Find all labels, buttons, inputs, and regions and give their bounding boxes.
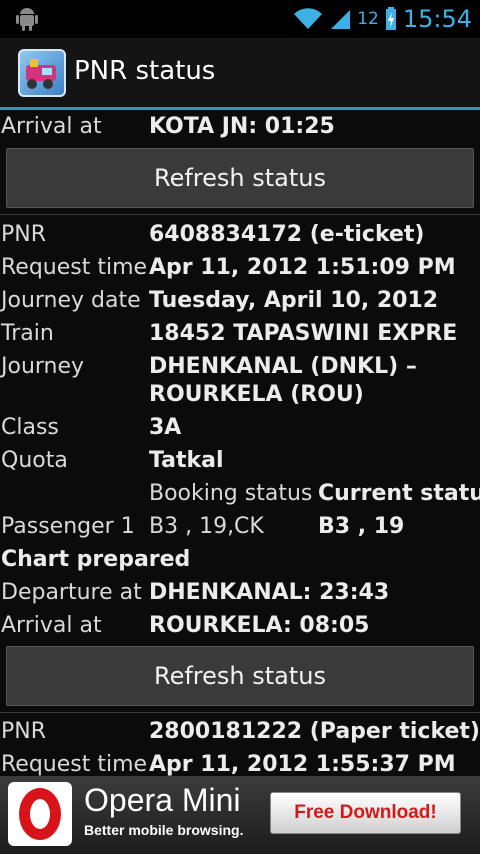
journey-date-label: Journey date (1, 288, 141, 313)
signal-icon (331, 10, 351, 29)
journey-label: Journey (1, 354, 85, 379)
departure-label: Departure at (1, 580, 142, 605)
request-time-value: Apr 11, 2012 1:55:37 PM (149, 752, 456, 776)
arrival-value: ROURKELA: 08:05 (149, 613, 370, 638)
passenger-current-status: B3 , 19 (318, 514, 405, 539)
passenger-label: Passenger 1 (1, 514, 135, 539)
quota-value: Tatkal (149, 448, 224, 473)
journey-value-line2: ROURKELA (ROU) (149, 382, 364, 407)
battery-charging-icon (385, 7, 396, 30)
ad-title: Opera Mini (84, 782, 241, 818)
refresh-status-button[interactable]: Refresh status (6, 148, 474, 208)
class-value: 3A (149, 415, 182, 440)
request-time-label: Request time (1, 255, 148, 280)
pnr-list[interactable]: Arrival at KOTA JN: 01:25 Refresh status… (0, 110, 480, 776)
booking-status-header: Booking status (149, 481, 313, 506)
action-bar: PNR status (0, 38, 480, 107)
android-notification-icon (16, 8, 38, 31)
app-title: PNR status (74, 56, 216, 86)
ad-banner[interactable]: Opera Mini Better mobile browsing. Free … (0, 776, 480, 854)
train-label: Train (1, 321, 54, 346)
arrival-label: Arrival at (1, 114, 102, 139)
battery-level: 12 (357, 9, 379, 29)
departure-value: DHENKANAL: 23:43 (149, 580, 390, 605)
clock: 15:54 (402, 5, 472, 33)
entry-divider (0, 712, 480, 713)
request-time-value: Apr 11, 2012 1:51:09 PM (149, 255, 456, 280)
quota-label: Quota (1, 448, 68, 473)
refresh-status-button[interactable]: Refresh status (6, 646, 474, 706)
train-icon[interactable] (18, 49, 66, 97)
entry-divider (0, 214, 480, 215)
opera-logo-icon (8, 782, 72, 846)
journey-date-value: Tuesday, April 10, 2012 (149, 288, 439, 313)
request-time-label: Request time (1, 752, 148, 776)
ad-tagline: Better mobile browsing. (84, 822, 244, 838)
pnr-label: PNR (1, 222, 47, 247)
passenger-booking-status: B3 , 19,CK (149, 514, 264, 539)
wifi-icon (294, 8, 323, 29)
pnr-value: 6408834172 (e-ticket) (149, 222, 425, 247)
train-value: 18452 TAPASWINI EXPRE (149, 321, 458, 346)
arrival-label: Arrival at (1, 613, 102, 638)
pnr-label: PNR (1, 719, 47, 744)
pnr-value: 2800181222 (Paper ticket) (149, 719, 480, 744)
class-label: Class (1, 415, 59, 440)
status-bar: 12 15:54 (0, 0, 480, 38)
arrival-value: KOTA JN: 01:25 (149, 114, 335, 139)
current-status-header: Current status (318, 481, 480, 506)
chart-status: Chart prepared (1, 547, 191, 572)
free-download-button[interactable]: Free Download! (270, 792, 461, 834)
